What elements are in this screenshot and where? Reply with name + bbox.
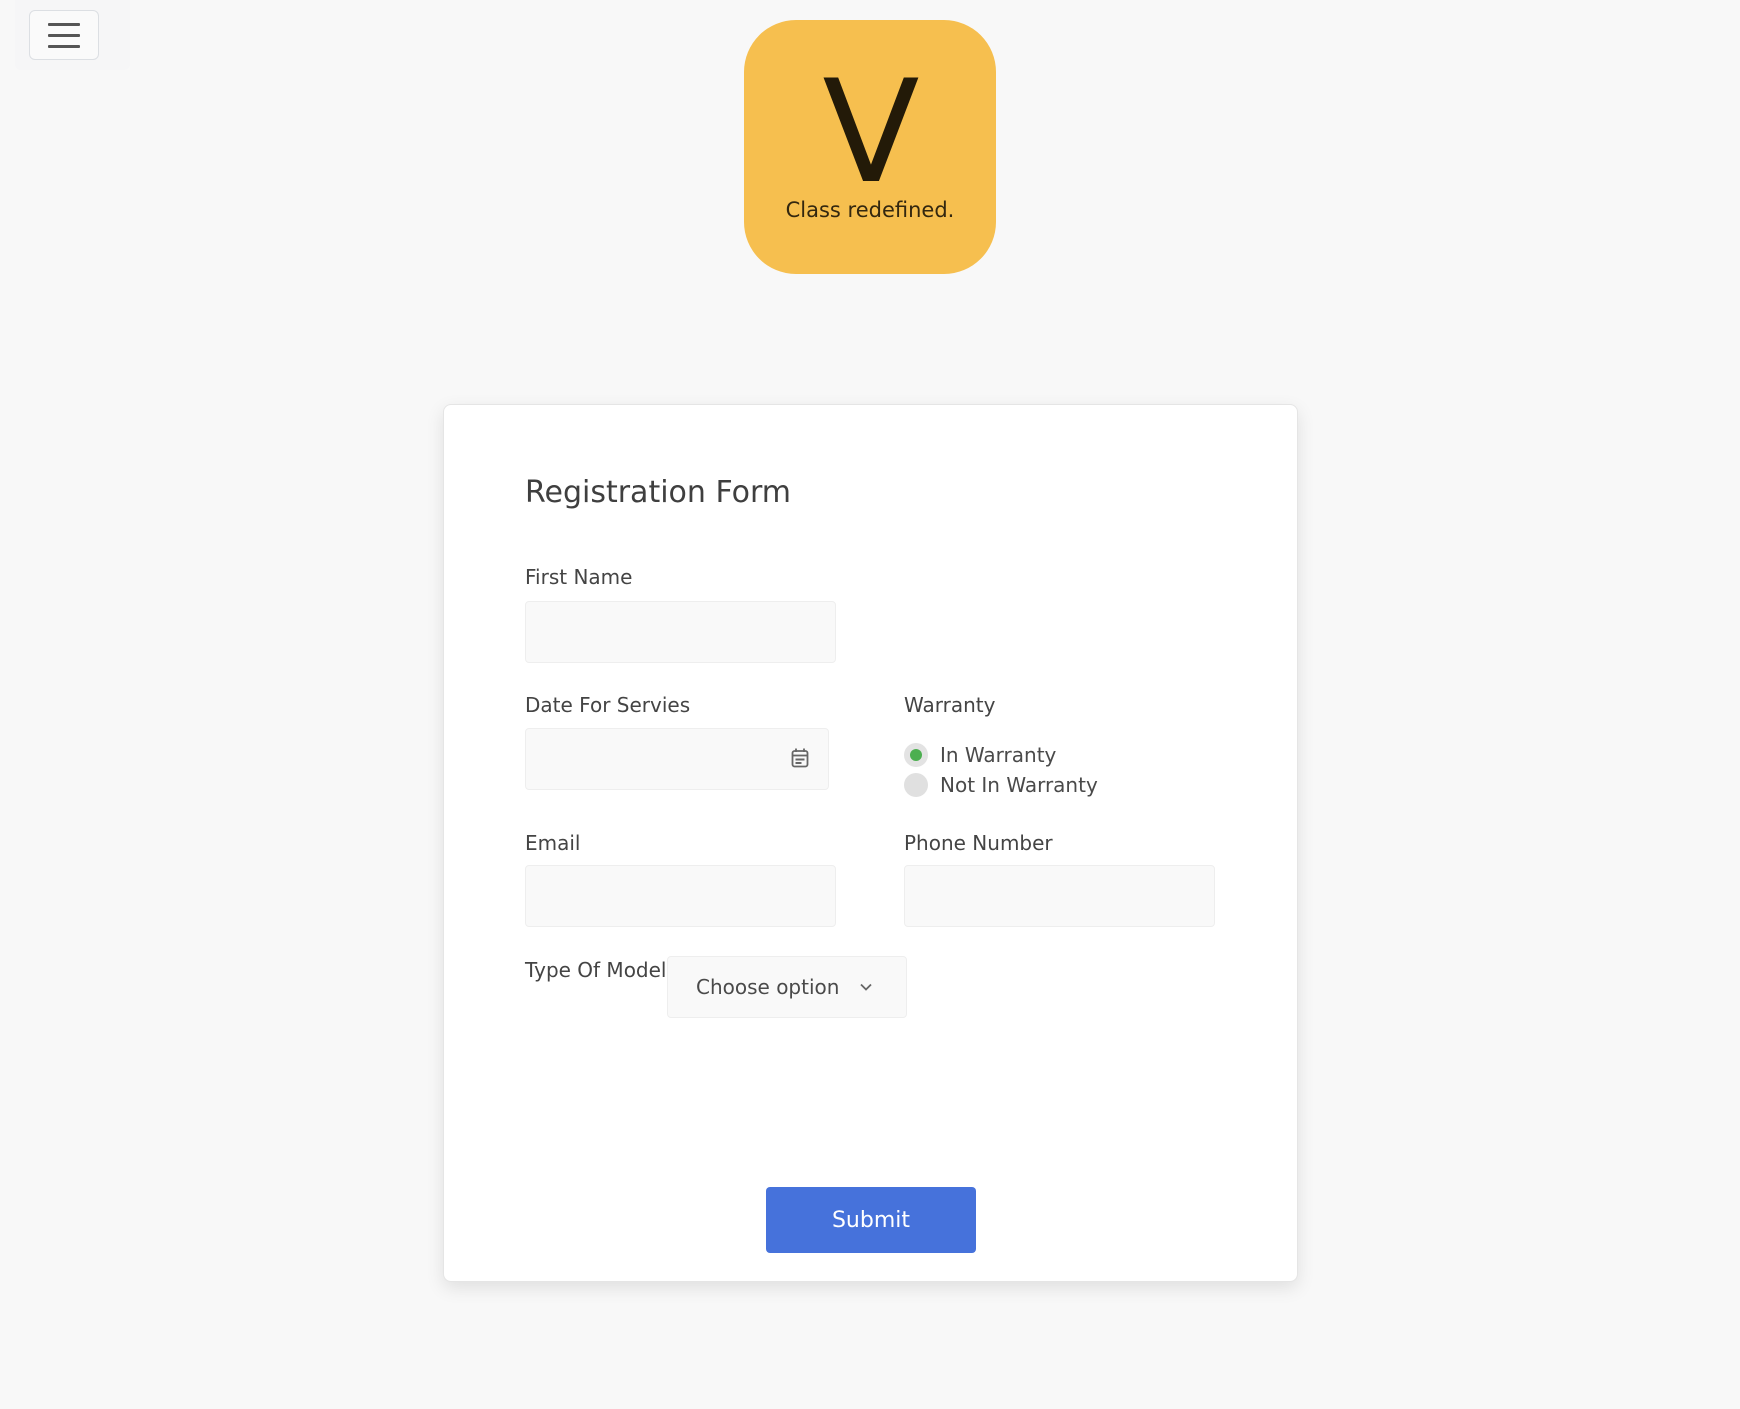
radio-label: Not In Warranty bbox=[940, 773, 1098, 797]
registration-card: Registration Form First Name Date For Se… bbox=[443, 404, 1298, 1282]
hamburger-icon-line bbox=[48, 33, 80, 37]
first-name-label: First Name bbox=[525, 565, 633, 589]
hamburger-icon bbox=[48, 22, 80, 26]
page: V Class redefined. Registration Form Fir… bbox=[0, 0, 1740, 1409]
menu-container bbox=[15, 0, 130, 70]
email-input[interactable] bbox=[525, 865, 836, 927]
model-label: Type Of Model bbox=[525, 958, 667, 982]
menu-toggle-button[interactable] bbox=[29, 10, 99, 60]
first-name-input[interactable] bbox=[525, 601, 836, 663]
form-title: Registration Form bbox=[525, 475, 792, 510]
radio-button-checked[interactable] bbox=[904, 743, 928, 767]
date-field bbox=[525, 728, 829, 790]
model-select-value: Choose option bbox=[696, 975, 840, 999]
calendar-icon[interactable] bbox=[791, 748, 809, 768]
email-label: Email bbox=[525, 831, 581, 855]
logo-letter: V bbox=[822, 50, 919, 215]
chevron-down-icon bbox=[860, 983, 873, 991]
model-select[interactable]: Choose option bbox=[667, 956, 907, 1018]
radio-not-in-warranty[interactable]: Not In Warranty bbox=[904, 773, 1098, 797]
submit-button[interactable]: Submit bbox=[766, 1187, 976, 1253]
hamburger-icon-line bbox=[48, 44, 80, 48]
logo-tagline: Class redefined. bbox=[785, 198, 955, 222]
radio-label: In Warranty bbox=[940, 743, 1057, 767]
date-label: Date For Servies bbox=[525, 693, 691, 717]
date-input[interactable] bbox=[525, 728, 829, 790]
phone-input[interactable] bbox=[904, 865, 1215, 927]
phone-label: Phone Number bbox=[904, 831, 1053, 855]
warranty-label: Warranty bbox=[904, 693, 996, 717]
radio-button[interactable] bbox=[904, 773, 928, 797]
brand-logo[interactable]: V Class redefined. bbox=[744, 20, 996, 274]
radio-in-warranty[interactable]: In Warranty bbox=[904, 743, 1056, 767]
